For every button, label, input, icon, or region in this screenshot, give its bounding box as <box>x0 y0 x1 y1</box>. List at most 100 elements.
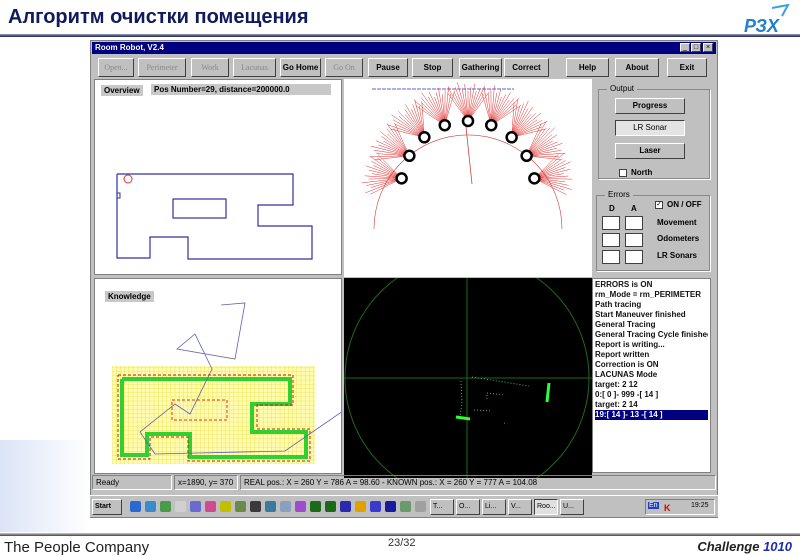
quick-launch-icon[interactable] <box>265 501 276 512</box>
footer-company: The People Company <box>4 539 149 556</box>
slide-background-gradient <box>0 440 90 532</box>
svg-text:РЗХ: РЗХ <box>744 16 780 36</box>
log-entry[interactable]: LACUNAS Mode <box>595 370 708 380</box>
log-entry[interactable]: General Tracing Cycle finished <box>595 330 708 340</box>
log-entry[interactable]: target: 2 12 <box>595 380 708 390</box>
quick-launch-icon[interactable] <box>130 501 141 512</box>
log-entry[interactable]: Report written <box>595 350 708 360</box>
go-on-button[interactable]: Go On <box>325 58 363 77</box>
close-button[interactable]: × <box>703 43 713 52</box>
taskbar-task-button[interactable]: V... <box>508 499 532 515</box>
lacunas-button[interactable]: Lacunas <box>233 58 276 77</box>
log-entry[interactable]: ERRORS is ON <box>595 280 708 290</box>
quick-launch-icon[interactable] <box>205 501 216 512</box>
log-entry[interactable]: rm_Mode = rm_PERIMETER <box>595 290 708 300</box>
pause-button[interactable]: Pause <box>368 58 408 77</box>
taskbar-task-button[interactable]: Roo... <box>534 499 558 515</box>
taskbar-task-button[interactable]: U... <box>560 499 584 515</box>
odometers-a-field[interactable] <box>625 233 643 247</box>
laser-button[interactable]: Laser <box>615 143 685 159</box>
correct-button[interactable]: Correct <box>504 58 549 77</box>
robot-position-marker <box>419 132 429 142</box>
status-state: Ready <box>92 475 172 490</box>
quick-launch-icon[interactable] <box>370 501 381 512</box>
quick-launch-icon[interactable] <box>400 501 411 512</box>
stop-button[interactable]: Stop <box>412 58 453 77</box>
page-number: 23/32 <box>388 537 416 549</box>
maximize-button[interactable]: □ <box>691 43 701 52</box>
robot-position-marker <box>486 120 496 130</box>
log-entry[interactable]: 0:[ 0 ]- 999 -[ 14 ] <box>595 390 708 400</box>
log-entry[interactable]: Path tracing <box>595 300 708 310</box>
robot-marker <box>124 175 132 183</box>
log-entry[interactable]: target: 2 14 <box>595 400 708 410</box>
north-checkbox[interactable] <box>619 169 627 177</box>
errors-onoff-label: ON / OFF <box>667 200 702 209</box>
footer-challenge: Challenge 1010 <box>697 539 792 554</box>
slide-title: Алгоритм очистки помещения <box>8 6 309 29</box>
lr-sonars-a-field[interactable] <box>625 250 643 264</box>
progress-button[interactable]: Progress <box>615 98 685 114</box>
quick-launch-icon[interactable] <box>310 501 321 512</box>
quick-launch-icon[interactable] <box>190 501 201 512</box>
quick-launch-icon[interactable] <box>295 501 306 512</box>
taskbar-task-button[interactable]: O... <box>456 499 480 515</box>
laser-wall-segment <box>547 383 549 402</box>
status-position: REAL pos.: X = 260 Y = 786 A = 98.60 - K… <box>240 475 716 490</box>
quick-launch-icon[interactable] <box>340 501 351 512</box>
quick-launch-icon[interactable] <box>220 501 231 512</box>
minimize-button[interactable]: _ <box>680 43 690 52</box>
help-button[interactable]: Help <box>566 58 609 77</box>
laser-wall-segment <box>456 417 470 419</box>
log-entry[interactable]: Correction is ON <box>595 360 708 370</box>
lr-sonar-button[interactable]: LR Sonar <box>615 120 685 136</box>
quick-launch-icon[interactable] <box>250 501 261 512</box>
taskbar-task-button[interactable]: Li... <box>482 499 506 515</box>
door-mark <box>117 193 120 198</box>
errors-onoff-checkbox[interactable]: ✓ <box>655 201 663 209</box>
language-indicator[interactable]: En <box>648 502 659 509</box>
quick-launch-icon[interactable] <box>385 501 396 512</box>
perimeter-button[interactable]: Perimeter <box>138 58 186 77</box>
laser-panel[interactable] <box>344 278 592 478</box>
quick-launch-icon[interactable] <box>325 501 336 512</box>
errors-title: Errors <box>605 190 633 199</box>
antivirus-icon[interactable]: K <box>664 503 671 513</box>
room-robot-window: Room Robot, V2.4 _ □ × Open...Perimeter W… <box>90 40 718 518</box>
odometers-d-field[interactable] <box>602 233 620 247</box>
robot-position-marker <box>522 151 532 161</box>
quick-launch-icon[interactable] <box>160 501 171 512</box>
movement-a-field[interactable] <box>625 216 643 230</box>
go-home-button[interactable]: Go Home <box>280 58 321 77</box>
clock: 19:25 <box>691 502 709 509</box>
log-list[interactable]: ERRORS is ONrm_Mode = rm_PERIMETERPath t… <box>592 278 711 473</box>
open-button[interactable]: Open... <box>98 58 134 77</box>
gathering-button[interactable]: Gathering <box>459 58 502 77</box>
laser-view <box>344 278 592 478</box>
quick-launch-icon[interactable] <box>280 501 291 512</box>
log-entry[interactable]: Start Maneuver finished <box>595 310 708 320</box>
work-button[interactable]: Work <box>191 58 229 77</box>
quick-launch-icon[interactable] <box>175 501 186 512</box>
laser-scan-outline <box>472 377 529 424</box>
lr-sonars-d-field[interactable] <box>602 250 620 264</box>
log-entry[interactable]: Report is writing... <box>595 340 708 350</box>
quick-launch-icon[interactable] <box>415 501 426 512</box>
movement-d-field[interactable] <box>602 216 620 230</box>
footer-divider <box>0 533 800 536</box>
knowledge-panel[interactable]: Knowledge <box>94 278 342 474</box>
robot-position-marker <box>397 173 407 183</box>
taskbar-task-button[interactable]: T... <box>430 499 454 515</box>
company-logo: РЗХ <box>742 4 790 36</box>
log-entry[interactable]: 19:[ 14 ]- 13 -[ 14 ] <box>595 410 708 420</box>
sonar-panel[interactable] <box>344 79 592 277</box>
quick-launch-icon[interactable] <box>355 501 366 512</box>
about-button[interactable]: About <box>615 58 659 77</box>
overview-panel[interactable]: Overview Pos Number=29, distance=200000.… <box>94 79 342 275</box>
exit-button[interactable]: Exit <box>667 58 707 77</box>
log-entry[interactable]: General Tracing <box>595 320 708 330</box>
window-titlebar[interactable]: Room Robot, V2.4 <box>92 42 716 54</box>
start-button[interactable]: Start <box>92 499 122 515</box>
quick-launch-icon[interactable] <box>235 501 246 512</box>
quick-launch-icon[interactable] <box>145 501 156 512</box>
